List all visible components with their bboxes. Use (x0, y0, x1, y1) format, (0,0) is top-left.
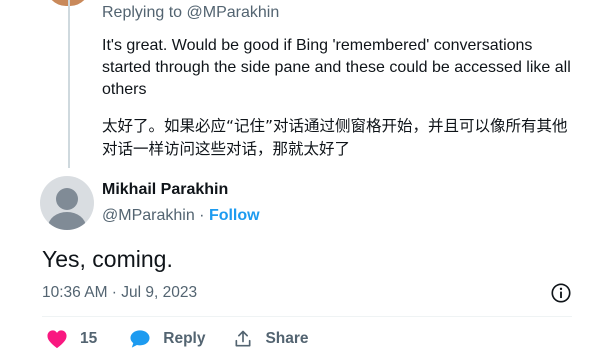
avatar-placeholder-head (56, 188, 78, 210)
tweet-author: Mikhail Parakhin @MParakhin · Follow (40, 176, 260, 230)
replying-handle-link[interactable]: @MParakhin (187, 4, 280, 21)
tweet-time: 10:36 AM (42, 284, 108, 301)
chat-bubble-icon (130, 330, 150, 348)
replying-prefix: Replying to (102, 4, 183, 21)
share-icon (235, 330, 251, 347)
like-count: 15 (80, 330, 98, 347)
author-handle[interactable]: @MParakhin (102, 207, 195, 224)
info-icon[interactable] (550, 282, 572, 304)
replied-tweet: Replying to @MParakhin It's great. Would… (102, 4, 582, 161)
action-bar: 15 Reply Share (46, 329, 337, 349)
author-subline: @MParakhin · Follow (102, 207, 260, 225)
reply-label: Reply (163, 330, 206, 347)
tweet-text: Yes, coming. (42, 246, 173, 272)
follow-button[interactable]: Follow (209, 207, 260, 224)
reply-text-chinese: 太好了。如果必应“记住”对话通过侧窗格开始，并且可以像所有其他对话一样访问这些对… (102, 117, 568, 158)
reply-button[interactable]: Reply (129, 329, 205, 349)
date-separator: · (107, 284, 122, 301)
share-button[interactable]: Share (233, 329, 309, 349)
author-separator: · (194, 207, 209, 224)
like-button[interactable]: 15 (46, 329, 97, 349)
replying-to-line: Replying to @MParakhin (102, 4, 582, 22)
tweet-timestamp[interactable]: 10:36 AM · Jul 9, 2023 (42, 284, 197, 302)
author-name[interactable]: Mikhail Parakhin (102, 181, 260, 199)
avatar-placeholder-body (48, 212, 86, 230)
tweet-date: Jul 9, 2023 (121, 284, 198, 301)
thread-line (68, 0, 70, 168)
author-info: Mikhail Parakhin @MParakhin · Follow (102, 181, 260, 225)
reply-text-english: It's great. Would be good if Bing 'remem… (102, 37, 571, 98)
author-avatar[interactable] (40, 176, 94, 230)
divider (42, 316, 572, 317)
heart-icon (47, 330, 67, 349)
share-label: Share (265, 330, 309, 347)
